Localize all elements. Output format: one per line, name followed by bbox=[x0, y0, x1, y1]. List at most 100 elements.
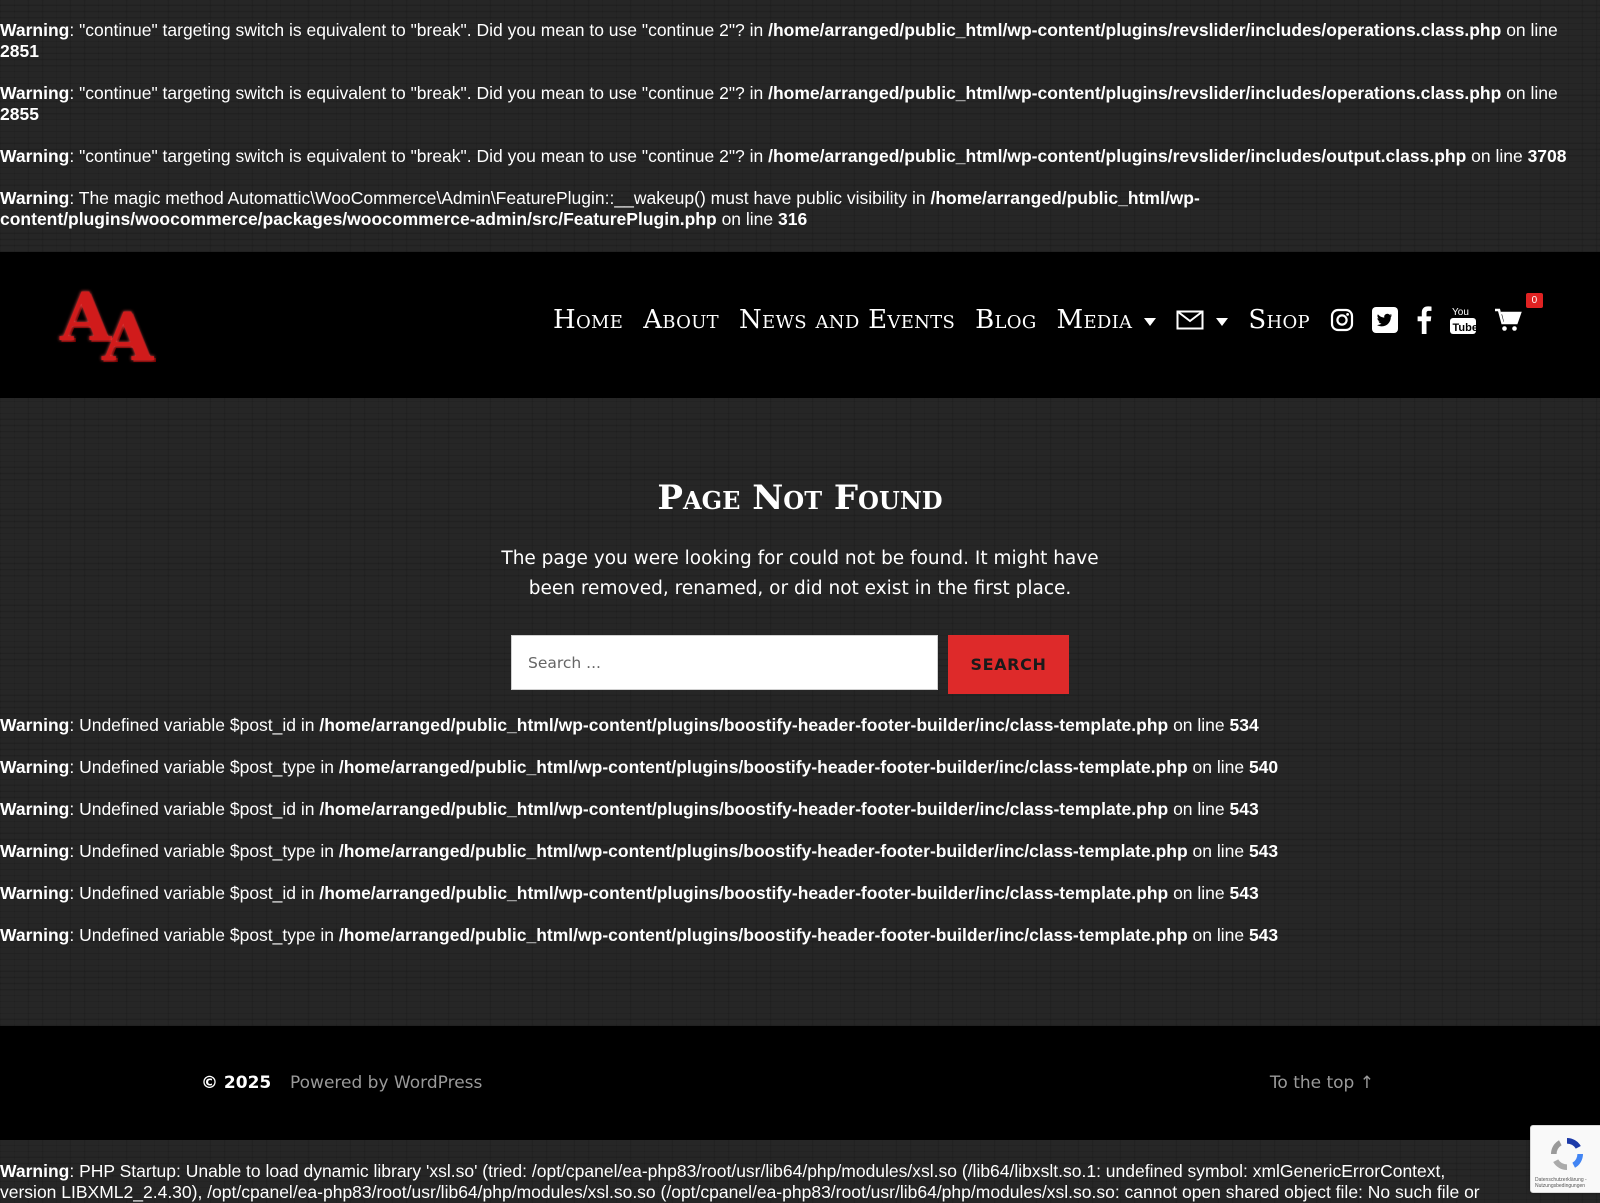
site-logo[interactable]: A A bbox=[56, 274, 174, 376]
warning-line-number: 3708 bbox=[1527, 146, 1567, 166]
php-warning: Warning: "continue" targeting switch is … bbox=[0, 20, 1600, 62]
nav-media[interactable]: Media bbox=[1057, 305, 1157, 335]
search-form: SEARCH bbox=[511, 635, 1069, 694]
warning-line-number: 543 bbox=[1229, 799, 1259, 819]
nav-shop[interactable]: Shop bbox=[1248, 305, 1310, 335]
warning-file: /home/arranged/public_html/wp-content/pl… bbox=[768, 20, 1502, 40]
nav-about[interactable]: About bbox=[643, 305, 719, 335]
warning-on-line: on line bbox=[1466, 146, 1528, 166]
page-title: Page Not Found bbox=[657, 478, 943, 518]
warning-message: : "continue" targeting switch is equival… bbox=[69, 146, 769, 166]
warning-file: /home/arranged/public_html/wp-content/pl… bbox=[319, 799, 1169, 819]
to-the-top-link[interactable]: To the top ↑ bbox=[1270, 1073, 1374, 1093]
search-input[interactable] bbox=[511, 635, 938, 690]
warning-on-line: on line bbox=[1501, 83, 1558, 103]
warning-message: : Undefined variable $post_type in bbox=[69, 841, 339, 861]
warning-on-line: on line bbox=[1187, 757, 1249, 777]
warning-on-line: on line bbox=[1501, 20, 1558, 40]
warning-line-number: 2851 bbox=[0, 41, 39, 61]
mail-icon bbox=[1176, 310, 1204, 330]
php-warning-bottom: Warning: PHP Startup: Unable to load dyn… bbox=[0, 1161, 1600, 1203]
php-warning: Warning: Undefined variable $post_type i… bbox=[0, 925, 1600, 946]
warning-file: /home/arranged/public_html/wp-content/pl… bbox=[338, 757, 1188, 777]
footer-copyright: © 2025 bbox=[201, 1073, 272, 1093]
nav-contact[interactable] bbox=[1176, 310, 1229, 330]
warning-file: /home/arranged/public_html/wp-content/pl… bbox=[768, 83, 1502, 103]
warning-line-number: 540 bbox=[1248, 757, 1279, 777]
warning-line-number: 534 bbox=[1229, 715, 1259, 735]
warning-message: : PHP Startup: Unable to load dynamic li… bbox=[69, 1161, 1446, 1181]
svg-text:You: You bbox=[1452, 307, 1469, 318]
php-warnings-mid: Warning: Undefined variable $post_id in … bbox=[0, 715, 1600, 967]
warning-message: : Undefined variable $post_id in bbox=[69, 883, 320, 903]
cart-icon bbox=[1494, 308, 1522, 331]
warning-label: Warning bbox=[0, 83, 70, 103]
warning-file: /home/arranged/public_html/wp-content/pl… bbox=[338, 841, 1188, 861]
warning-message: : Undefined variable $post_type in bbox=[69, 757, 339, 777]
search-button[interactable]: SEARCH bbox=[948, 635, 1069, 694]
recaptcha-badge[interactable]: Datenschutzerklärung - Nutzungsbedingung… bbox=[1530, 1125, 1600, 1193]
warning-message: : "continue" targeting switch is equival… bbox=[69, 20, 769, 40]
warning-on-line: on line bbox=[1168, 715, 1230, 735]
warning-file: /home/arranged/public_html/wp-content/pl… bbox=[319, 715, 1169, 735]
warning-file: /home/arranged/public_html/wp-content/pl… bbox=[768, 146, 1467, 166]
nav-media-label: Media bbox=[1056, 305, 1133, 335]
warning-label: Warning bbox=[0, 1161, 70, 1181]
warning-on-line: on line bbox=[1187, 925, 1249, 945]
warning-message: : The magic method Automattic\WooCommerc… bbox=[69, 188, 931, 208]
powered-by-link[interactable]: Powered by WordPress bbox=[290, 1073, 482, 1093]
site-footer: © 2025 Powered by WordPress To the top ↑ bbox=[0, 1026, 1600, 1140]
warning-label: Warning bbox=[0, 841, 70, 861]
warning-message: : Undefined variable $post_id in bbox=[69, 715, 320, 735]
social-links: You Tube 0 bbox=[1330, 293, 1543, 335]
svg-text:Tube: Tube bbox=[1452, 322, 1476, 334]
warning-label: Warning bbox=[0, 757, 70, 777]
warning-on-line: on line bbox=[1168, 799, 1230, 819]
cart-count-badge: 0 bbox=[1525, 293, 1543, 308]
warning-on-line: on line bbox=[1168, 883, 1230, 903]
warning-label: Warning bbox=[0, 188, 70, 208]
php-warning: Warning: Undefined variable $post_id in … bbox=[0, 883, 1600, 904]
warning-message: : Undefined variable $post_id in bbox=[69, 799, 320, 819]
warning-message: : Undefined variable $post_type in bbox=[69, 925, 339, 945]
main-nav: Home About News and Events Blog Media Sh… bbox=[553, 293, 1543, 340]
cart-link[interactable]: 0 bbox=[1494, 293, 1543, 333]
warning-on-line: on line bbox=[1187, 841, 1249, 861]
warning-file: /home/arranged/public_html/wp-content/pl… bbox=[338, 925, 1188, 945]
php-warning: Warning: "continue" targeting switch is … bbox=[0, 83, 1600, 125]
twitter-icon[interactable] bbox=[1371, 307, 1398, 333]
chevron-down-icon bbox=[1144, 317, 1157, 326]
warning-message: : "continue" targeting switch is equival… bbox=[69, 83, 769, 103]
php-warning: Warning: Undefined variable $post_id in … bbox=[0, 715, 1600, 736]
php-warning: Warning: "continue" targeting switch is … bbox=[0, 146, 1600, 167]
warning-line-1: Warning: PHP Startup: Unable to load dyn… bbox=[0, 1161, 1600, 1182]
recaptcha-links[interactable]: Datenschutzerklärung - Nutzungsbedingung… bbox=[1535, 1177, 1595, 1189]
site-header: A A Home About News and Events Blog Medi… bbox=[0, 252, 1600, 398]
logo-letter: A bbox=[102, 298, 154, 376]
warning-label: Warning bbox=[0, 146, 70, 166]
youtube-icon[interactable]: You Tube bbox=[1449, 305, 1476, 335]
recaptcha-icon bbox=[1551, 1138, 1583, 1170]
php-warnings-top: Warning: "continue" targeting switch is … bbox=[0, 20, 1600, 251]
warning-label: Warning bbox=[0, 883, 70, 903]
nav-home[interactable]: Home bbox=[553, 305, 623, 335]
php-warning: Warning: The magic method Automattic\Woo… bbox=[0, 188, 1600, 230]
chevron-down-icon bbox=[1216, 317, 1229, 326]
warning-line-number: 543 bbox=[1248, 841, 1279, 861]
warning-line-number: 2855 bbox=[0, 104, 39, 124]
nav-news-and-events[interactable]: News and Events bbox=[739, 305, 955, 335]
warning-line-number: 543 bbox=[1229, 883, 1259, 903]
warning-file: /home/arranged/public_html/wp-content/pl… bbox=[319, 883, 1169, 903]
php-warning: Warning: Undefined variable $post_type i… bbox=[0, 841, 1600, 862]
instagram-icon[interactable] bbox=[1330, 308, 1354, 332]
nav-blog[interactable]: Blog bbox=[975, 305, 1036, 335]
php-warning: Warning: Undefined variable $post_type i… bbox=[0, 757, 1600, 778]
page-not-found-text: The page you were looking for could not … bbox=[501, 548, 1099, 599]
php-warning: Warning: Undefined variable $post_id in … bbox=[0, 799, 1600, 820]
warning-label: Warning bbox=[0, 799, 70, 819]
facebook-icon[interactable] bbox=[1416, 306, 1432, 334]
warning-line-number: 543 bbox=[1248, 925, 1279, 945]
warning-label: Warning bbox=[0, 925, 70, 945]
warning-line-number: 316 bbox=[778, 209, 808, 229]
warning-label: Warning bbox=[0, 20, 70, 40]
